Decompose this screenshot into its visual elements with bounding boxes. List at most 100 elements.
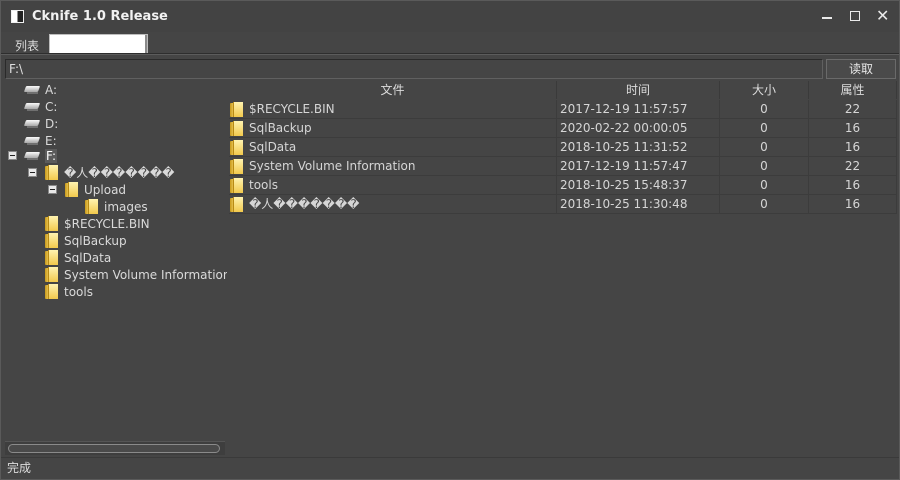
- folder-icon: [230, 101, 243, 117]
- table-row[interactable]: $RECYCLE.BIN 2017-12-19 11:57:57 0 22: [229, 100, 897, 119]
- maximize-icon: [850, 11, 860, 21]
- tree-item-label: $RECYCLE.BIN: [64, 216, 150, 231]
- tree-item-drive-c[interactable]: C:: [25, 98, 57, 115]
- table-row[interactable]: System Volume Information 2017-12-19 11:…: [229, 157, 897, 176]
- tree-item-label: F:: [45, 148, 58, 163]
- drive-icon: [25, 103, 39, 111]
- scrollbar-thumb[interactable]: [8, 444, 220, 453]
- tree-item-system-volume[interactable]: System Volume Information: [45, 266, 227, 283]
- cell-size: 0: [720, 138, 809, 157]
- cell-name: SqlData: [229, 138, 557, 157]
- folder-icon: [45, 165, 58, 180]
- tree-item-drive-f[interactable]: F:: [25, 147, 58, 164]
- tree-item-sqldata[interactable]: SqlData: [45, 249, 111, 266]
- tree-item-label: D:: [45, 116, 59, 131]
- window-controls: ✕: [819, 7, 891, 25]
- close-button[interactable]: ✕: [875, 7, 891, 25]
- collapse-icon[interactable]: [48, 185, 57, 194]
- file-table: 文件 时间 大小 属性 $RECYCLE.BIN 2017-12-19 11:5…: [229, 81, 897, 456]
- maximize-button[interactable]: [847, 7, 863, 25]
- drive-icon: [25, 137, 39, 145]
- file-name: tools: [249, 177, 278, 192]
- folder-icon: [45, 233, 58, 248]
- column-header-time[interactable]: 时间: [557, 81, 720, 99]
- cell-size: 0: [720, 119, 809, 138]
- tree-item-images[interactable]: images: [85, 198, 148, 215]
- tab-list[interactable]: 列表: [15, 37, 39, 54]
- tree-item-label: C:: [45, 99, 58, 114]
- tree-item-label: E:: [45, 133, 57, 148]
- tree-item-label: tools: [64, 284, 93, 299]
- table-row[interactable]: �人������� 2018-10-25 11:30:48 0 16: [229, 195, 897, 214]
- cell-time: 2018-10-25 11:30:48: [557, 195, 720, 214]
- tree-item-label: �人�������: [64, 166, 175, 180]
- table-header: 文件 时间 大小 属性: [229, 81, 897, 99]
- drive-icon: [25, 86, 39, 94]
- drive-icon: [25, 152, 39, 160]
- minimize-icon: [822, 17, 832, 19]
- app-window: Cknife 1.0 Release ✕ 列表 F:\ 读取 A: C: D: …: [0, 0, 900, 480]
- close-icon: ✕: [876, 6, 890, 25]
- tree-item-label: SqlData: [64, 250, 112, 265]
- cell-time: 2020-02-22 00:00:05: [557, 119, 720, 138]
- minimize-button[interactable]: [819, 7, 835, 25]
- folder-icon: [230, 177, 243, 193]
- folder-icon: [230, 196, 243, 212]
- tree-item-label: Upload: [84, 182, 127, 197]
- cell-time: 2017-12-19 11:57:47: [557, 157, 720, 176]
- column-header-attr[interactable]: 属性: [809, 81, 897, 99]
- folder-icon: [45, 250, 58, 265]
- cell-size: 0: [720, 176, 809, 195]
- cell-name: �人�������: [229, 195, 557, 214]
- tree-item-label: SqlBackup: [64, 233, 127, 248]
- table-row[interactable]: SqlBackup 2020-02-22 00:00:05 0 16: [229, 119, 897, 138]
- cell-time: 2018-10-25 11:31:52: [557, 138, 720, 157]
- tree-item-recycle-bin[interactable]: $RECYCLE.BIN: [45, 215, 150, 232]
- drive-icon: [25, 120, 39, 128]
- tree-item-sqlbackup[interactable]: SqlBackup: [45, 232, 127, 249]
- status-divider: [1, 457, 899, 458]
- table-row[interactable]: SqlData 2018-10-25 11:31:52 0 16: [229, 138, 897, 157]
- folder-icon: [45, 216, 58, 231]
- folder-icon: [65, 182, 78, 197]
- tab-divider: [1, 53, 899, 55]
- file-name: System Volume Information: [249, 158, 416, 173]
- cell-attr: 22: [809, 100, 897, 119]
- cell-attr: 16: [809, 176, 897, 195]
- read-button[interactable]: 读取: [826, 59, 896, 79]
- column-header-size[interactable]: 大小: [720, 81, 809, 99]
- app-icon: [11, 10, 24, 23]
- folder-icon: [85, 199, 98, 214]
- cell-attr: 22: [809, 157, 897, 176]
- tree-item-drive-d[interactable]: D:: [25, 115, 58, 132]
- cell-name: $RECYCLE.BIN: [229, 100, 557, 119]
- collapse-icon[interactable]: [8, 151, 17, 160]
- cell-name: SqlBackup: [229, 119, 557, 138]
- tree-item-label: System Volume Information: [64, 267, 227, 282]
- tree-item-tools[interactable]: tools: [45, 283, 93, 300]
- tree-item-label: A:: [45, 82, 58, 97]
- cell-time: 2017-12-19 11:57:57: [557, 100, 720, 119]
- cell-attr: 16: [809, 138, 897, 157]
- directory-tree: A: C: D: E: F: �人������� Upload images $…: [5, 81, 227, 456]
- file-name: SqlData: [249, 139, 297, 154]
- tree-item-folder[interactable]: �人�������: [45, 164, 174, 181]
- path-input[interactable]: F:\: [5, 59, 823, 79]
- tree-item-upload[interactable]: Upload: [65, 181, 126, 198]
- cell-attr: 16: [809, 195, 897, 214]
- folder-icon: [45, 284, 58, 299]
- tree-item-drive-a[interactable]: A:: [25, 81, 57, 98]
- tab-active[interactable]: [49, 34, 148, 54]
- tab-strip: 列表: [1, 32, 899, 54]
- file-name: $RECYCLE.BIN: [249, 101, 335, 116]
- folder-icon: [230, 120, 243, 136]
- cell-size: 0: [720, 157, 809, 176]
- column-header-file[interactable]: 文件: [229, 81, 557, 99]
- collapse-icon[interactable]: [28, 168, 37, 177]
- status-text: 完成: [7, 461, 32, 475]
- tree-horizontal-scrollbar[interactable]: [5, 441, 225, 455]
- table-row[interactable]: tools 2018-10-25 15:48:37 0 16: [229, 176, 897, 195]
- cell-attr: 16: [809, 119, 897, 138]
- cell-size: 0: [720, 195, 809, 214]
- window-title: Cknife 1.0 Release: [32, 9, 168, 24]
